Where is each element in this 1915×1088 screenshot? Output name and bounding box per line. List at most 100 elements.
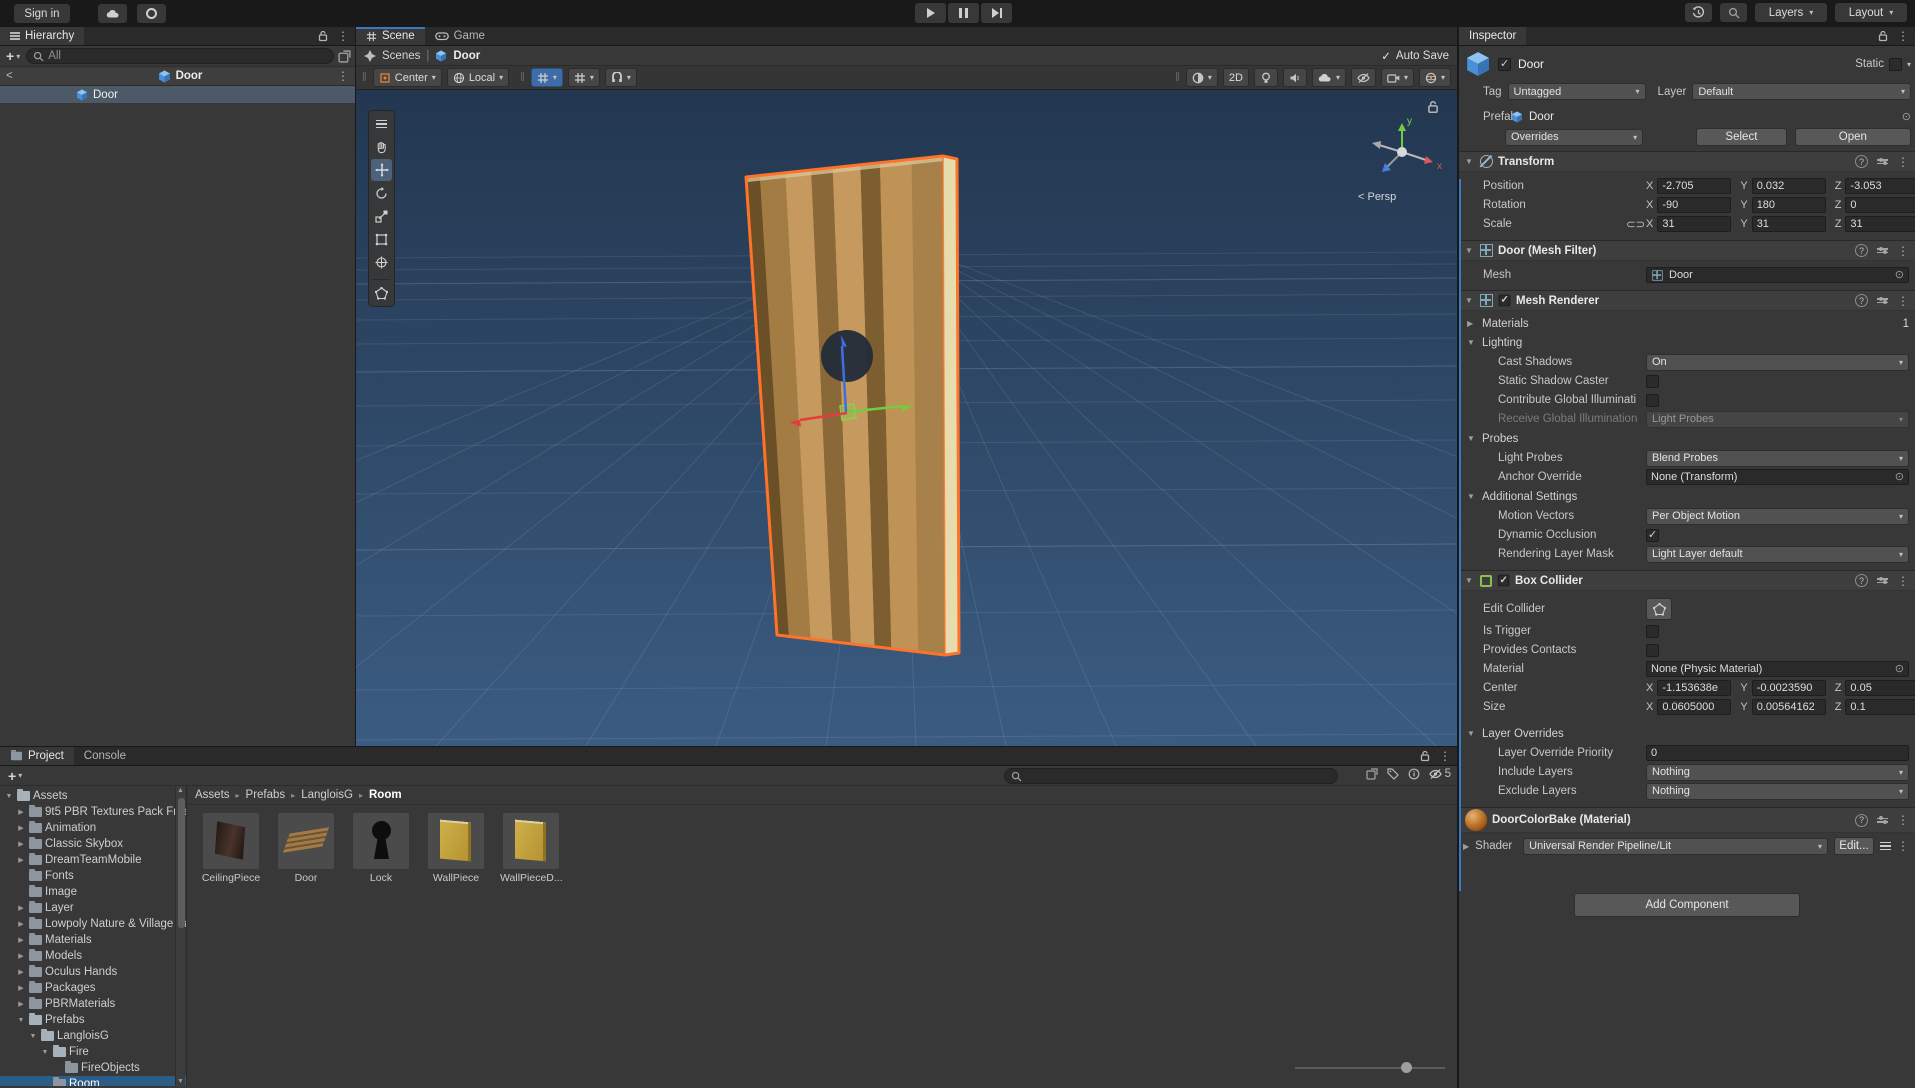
undo-history-button[interactable] (1685, 3, 1712, 22)
sign-in-button[interactable]: Sign in (14, 4, 70, 23)
orientation-dropdown[interactable]: Local▾ (447, 68, 509, 87)
scale-z-field[interactable]: 31 (1845, 216, 1915, 232)
pause-button[interactable] (948, 3, 979, 23)
component-enabled-checkbox[interactable] (1499, 295, 1511, 307)
help-icon[interactable]: ? (1855, 814, 1868, 827)
2d-toggle[interactable]: 2D (1223, 68, 1249, 87)
size-x-field[interactable]: 0.0605000 (1657, 699, 1731, 715)
component-menu-icon[interactable]: ⋮ (1897, 155, 1909, 169)
asset-tile[interactable]: WallPieceD... (500, 813, 562, 884)
tree-item[interactable]: ▶Classic Skybox (0, 836, 186, 852)
static-checkbox[interactable] (1889, 58, 1902, 71)
component-menu-icon[interactable]: ⋮ (1897, 813, 1909, 827)
help-icon[interactable]: ? (1855, 574, 1868, 587)
prefab-select-button[interactable]: Select (1696, 128, 1787, 146)
cast-shadows-dropdown[interactable]: On▾ (1646, 354, 1909, 371)
asset-tile[interactable]: Door (275, 813, 337, 884)
viewport-lock-icon[interactable] (1426, 100, 1440, 114)
foldout-icon[interactable]: ▶ (16, 984, 26, 992)
edit-collider-tool[interactable] (371, 279, 392, 304)
rotation-x-field[interactable]: -90 (1657, 197, 1731, 213)
rotate-tool[interactable] (371, 182, 392, 204)
scale-y-field[interactable]: 31 (1752, 216, 1826, 232)
exclude-layers-dropdown[interactable]: Nothing▾ (1646, 783, 1909, 800)
project-add-button[interactable]: +▾ (6, 768, 24, 784)
grid-snap-toggle[interactable]: ▾ (531, 68, 563, 87)
transform-tool[interactable] (371, 251, 392, 273)
pivot-dropdown[interactable]: Center▾ (373, 68, 442, 87)
foldout-icon[interactable]: ▶ (16, 840, 26, 848)
tab-game[interactable]: Game (425, 27, 495, 45)
component-enabled-checkbox[interactable] (1498, 575, 1510, 587)
prefab-open-button[interactable]: Open (1795, 128, 1911, 146)
presets-icon[interactable] (1877, 248, 1888, 253)
breadcrumb-room[interactable]: Room (369, 789, 402, 801)
scene-audio-toggle[interactable] (1283, 68, 1307, 87)
hierarchy-search-input[interactable]: All (26, 48, 334, 64)
hierarchy-item-door[interactable]: Door (0, 86, 355, 103)
breadcrumb-prefabs[interactable]: Prefabs (246, 789, 286, 801)
tree-item[interactable]: ▶Models (0, 948, 186, 964)
snap-settings-dropdown[interactable]: ▾ (605, 68, 637, 87)
contribute-gi-checkbox[interactable] (1646, 394, 1659, 407)
asset-tile[interactable]: Lock (350, 813, 412, 884)
foldout-icon[interactable]: ▼ (4, 793, 14, 800)
tree-item[interactable]: ▶Layer (0, 900, 186, 916)
shader-dropdown[interactable]: Universal Render Pipeline/Lit▾ (1523, 838, 1828, 855)
tree-item[interactable]: ▶PBRMaterials (0, 996, 186, 1012)
gizmos-dropdown[interactable]: ▾ (1419, 68, 1451, 87)
lighting-foldout[interactable]: ▼Lighting (1459, 333, 1909, 352)
edit-collider-button[interactable] (1646, 598, 1672, 620)
foldout-icon[interactable]: ▶ (16, 1000, 26, 1008)
tree-item[interactable]: ▼Prefabs (0, 1012, 186, 1028)
scene-lighting-toggle[interactable] (1254, 68, 1278, 87)
auto-save-toggle[interactable]: ✓Auto Save (1381, 49, 1449, 63)
additional-settings-foldout[interactable]: ▼Additional Settings (1459, 487, 1909, 506)
tree-item[interactable]: ▶Animation (0, 820, 186, 836)
tree-item[interactable]: ▶9t5 PBR Textures Pack Freebie (0, 804, 186, 820)
open-in-window-icon[interactable] (338, 50, 351, 63)
mesh-picker-icon[interactable]: ⊙ (1895, 268, 1904, 282)
foldout-icon[interactable]: ▶ (16, 968, 26, 976)
tab-hierarchy[interactable]: Hierarchy (0, 27, 84, 45)
material-menu-icon[interactable]: ⋮ (1897, 839, 1909, 853)
component-menu-icon[interactable]: ⋮ (1897, 244, 1909, 258)
presets-icon[interactable] (1877, 578, 1888, 583)
center-z-field[interactable]: 0.05 (1845, 680, 1915, 696)
tree-item[interactable]: ▶Packages (0, 980, 186, 996)
layout-dropdown[interactable]: Layout▾ (1835, 3, 1907, 22)
size-y-field[interactable]: 0.00564162 (1752, 699, 1826, 715)
asset-tile[interactable]: CeilingPiece (200, 813, 262, 884)
tree-item[interactable]: ▼Fire (0, 1044, 186, 1060)
help-icon[interactable]: ? (1855, 244, 1868, 257)
static-dropdown-icon[interactable]: ▾ (1907, 60, 1911, 69)
help-icon[interactable]: ? (1855, 155, 1868, 168)
tree-item[interactable]: ▼LangloisG (0, 1028, 186, 1044)
lock-icon[interactable] (1877, 30, 1889, 42)
prefab-back-button[interactable]: < (6, 70, 13, 82)
shader-edit-button[interactable]: Edit... (1834, 837, 1874, 855)
move-tool[interactable] (371, 159, 392, 181)
position-y-field[interactable]: 0.032 (1752, 178, 1826, 194)
tree-scrollbar[interactable]: ▲ ▼ (175, 786, 185, 1086)
play-button[interactable] (915, 3, 946, 23)
foldout-icon[interactable]: ▶ (16, 952, 26, 960)
scale-x-field[interactable]: 31 (1657, 216, 1731, 232)
foldout-icon[interactable]: ▼ (28, 1033, 38, 1040)
breadcrumb-scenes[interactable]: Scenes (382, 50, 420, 62)
scale-link-icon[interactable]: ⊂⊃ (1626, 217, 1646, 231)
breadcrumb-door[interactable]: Door (453, 50, 480, 62)
light-probes-dropdown[interactable]: Blend Probes▾ (1646, 450, 1909, 467)
tag-dropdown[interactable]: Untagged▾ (1508, 83, 1646, 100)
rect-tool[interactable] (371, 228, 392, 250)
tree-item[interactable]: Room (0, 1076, 186, 1086)
material-header[interactable]: DoorColorBake (Material) ?⋮ (1459, 807, 1915, 833)
include-layers-dropdown[interactable]: Nothing▾ (1646, 764, 1909, 781)
lock-icon[interactable] (317, 30, 329, 42)
foldout-icon[interactable]: ▼ (40, 1049, 50, 1056)
tree-item[interactable]: ▶Materials (0, 932, 186, 948)
rotation-y-field[interactable]: 180 (1752, 197, 1826, 213)
center-y-field[interactable]: -0.0023590 (1752, 680, 1826, 696)
anchor-picker-icon[interactable]: ⊙ (1895, 470, 1904, 484)
draw-mode-dropdown[interactable]: ▾ (1186, 68, 1218, 87)
